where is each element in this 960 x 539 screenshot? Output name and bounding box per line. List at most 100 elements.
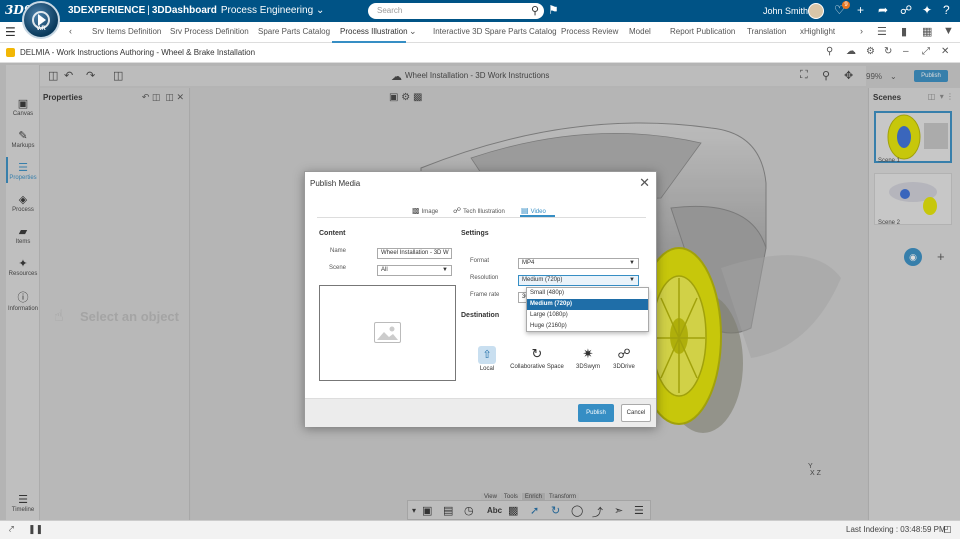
chevron-down-icon: ▼ (629, 277, 635, 283)
resolution-select-value: Medium (720p) (522, 277, 563, 283)
name-field[interactable]: Wheel Installation - 3D W (377, 248, 452, 259)
close-icon[interactable]: ✕ (639, 175, 650, 191)
tab-xhighlight[interactable]: xHighlight (800, 27, 835, 36)
resolution-dropdown-list: Small (480p) Medium (720p) Large (1080p)… (526, 287, 649, 332)
cloud-icon[interactable]: ☁ (846, 46, 856, 57)
tab-tech-illustration[interactable]: ☍ Tech Illustration (453, 206, 505, 215)
settings-icon[interactable]: ⚙ (866, 46, 875, 57)
tab-srv-process-definition[interactable]: Srv Process Definition (170, 27, 249, 36)
resolution-option-large[interactable]: Large (1080p) (527, 310, 648, 321)
image-icon: ▩ (412, 206, 420, 215)
tab-label: Image (421, 209, 439, 215)
cancel-button[interactable]: Cancel (621, 404, 651, 422)
active-tab-indicator (520, 215, 555, 217)
tab-scroll-left-icon[interactable]: ‹ (69, 26, 72, 36)
user-name[interactable]: John Smith (763, 6, 808, 16)
chevron-down-icon: ⌄ (315, 5, 325, 16)
format-select[interactable]: MP4 ▼ (518, 258, 639, 269)
destination-label: Collaborative Space (510, 364, 564, 370)
search-input[interactable]: Search ⚲ (368, 3, 544, 19)
dialog-footer: Publish Cancel (305, 398, 656, 427)
image-placeholder-graphic (377, 326, 398, 340)
search-icon[interactable]: ⚲ (826, 46, 833, 57)
minimize-icon[interactable]: – (903, 46, 909, 57)
search-placeholder: Search (377, 6, 403, 15)
compass-icon[interactable]: V.R (22, 1, 60, 39)
tab-srv-items-definition[interactable]: Srv Items Definition (92, 27, 161, 36)
resolution-label: Resolution (470, 275, 499, 281)
video-icon: ▤ (521, 206, 529, 215)
tab-interactive-3d-spare-parts-catalog[interactable]: Interactive 3D Spare Parts Catalog (433, 27, 557, 36)
pointer-mode-icon[interactable]: ⤤ (9, 524, 14, 535)
menu-icon[interactable]: ☰ (5, 25, 16, 39)
tab-process-illustration[interactable]: Process Illustration (340, 27, 408, 36)
status-bar: ⤤ ❚❚ Last Indexing : 03:48:59 PM ◰ (0, 520, 960, 539)
filter-icon[interactable]: ▼ (943, 25, 954, 37)
app-tab-bar: ☰ ‹ Srv Items Definition Srv Process Def… (0, 22, 960, 43)
top-bar: 3DS 3DEXPERIENCE | 3DDashboard Process Engi… (0, 0, 960, 22)
maximize-icon[interactable]: ⤢ (922, 46, 930, 57)
resolution-option-huge[interactable]: Huge (2160p) (527, 321, 648, 332)
format-label: Format (470, 258, 490, 264)
3ddrive-icon: ☍ (617, 346, 631, 361)
avatar[interactable] (808, 3, 824, 19)
tab-model[interactable]: Model (629, 27, 651, 36)
media-preview (319, 285, 456, 381)
brand-app-name: Process Engineering (220, 5, 314, 16)
notification-badge: 9 (842, 1, 850, 9)
format-select-value: MP4 (522, 260, 535, 266)
content-section-title: Content (319, 230, 346, 237)
chevron-down-icon: ▼ (629, 260, 635, 266)
last-indexing: Last Indexing : 03:48:59 PM (846, 525, 946, 534)
indexing-status-icon: ◰ (943, 524, 952, 534)
widget-title: DELMIA - Work Instructions Authoring - W… (20, 48, 256, 57)
dialog-title: Publish Media (310, 179, 361, 188)
scene-select-value: All (381, 267, 388, 273)
destination-label: 3DDrive (613, 364, 635, 370)
close-icon[interactable]: ✕ (941, 46, 949, 57)
framerate-label: Frame rate (470, 292, 500, 298)
brand-dashboard: 3DDashboard (151, 5, 217, 16)
destination-section-title: Destination (461, 312, 500, 319)
resolution-option-small[interactable]: Small (480p) (527, 288, 648, 299)
brand-title[interactable]: 3DEXPERIENCE | 3DDashboard Process Engineer… (68, 5, 324, 16)
refresh-icon[interactable]: ↻ (884, 46, 892, 57)
tab-translation[interactable]: Translation (747, 27, 786, 36)
tab-label: Tech Illustration (463, 209, 505, 215)
resolution-select[interactable]: Medium (720p) ▼ (518, 275, 639, 286)
play-icon (38, 14, 46, 26)
tab-divider (317, 217, 646, 218)
share-arrow-icon[interactable]: ➦ (878, 3, 888, 17)
image-placeholder-icon (374, 322, 401, 343)
tools-icon[interactable]: ✦ (922, 3, 932, 17)
tab-report-publication[interactable]: Report Publication (670, 27, 735, 36)
publish-button[interactable]: Publish (578, 404, 614, 422)
bookmark-icon[interactable]: ▮ (901, 25, 907, 38)
destination-3ddrive[interactable]: ☍ 3DDrive (594, 346, 654, 370)
tab-dropdown-icon[interactable]: ⌄ (409, 26, 417, 37)
tab-process-review[interactable]: Process Review (561, 27, 618, 36)
widget-icon (6, 48, 15, 57)
resolution-option-medium[interactable]: Medium (720p) (527, 299, 648, 310)
help-icon[interactable]: ? (943, 3, 950, 17)
settings-section-title: Settings (461, 230, 489, 237)
compass-version: V.R (36, 26, 46, 32)
cloud-upload-icon: ⇧ (478, 346, 496, 364)
name-label: Name (330, 248, 347, 254)
scene-label: Scene (329, 265, 347, 271)
tab-video[interactable]: ▤ Video (521, 206, 546, 215)
tab-spare-parts-catalog[interactable]: Spare Parts Catalog (258, 27, 330, 36)
scene-select[interactable]: All ▼ (377, 265, 452, 276)
add-icon[interactable]: + (857, 3, 864, 17)
tab-scroll-right-icon[interactable]: › (860, 26, 863, 36)
destination-label: Local (479, 366, 495, 372)
pause-icon[interactable]: ❚❚ (28, 524, 43, 535)
grid-view-icon[interactable]: ▦ (922, 25, 932, 38)
tab-image[interactable]: ▩ Image (412, 206, 438, 215)
share-icon[interactable]: ☍ (900, 3, 912, 17)
tag-icon[interactable]: ⚑ (548, 3, 559, 17)
tech-illustration-icon: ☍ (453, 206, 462, 215)
tab-list-icon[interactable]: ☰ (877, 25, 887, 38)
search-icon[interactable]: ⚲ (531, 4, 539, 17)
brand-separator: | (147, 5, 150, 16)
